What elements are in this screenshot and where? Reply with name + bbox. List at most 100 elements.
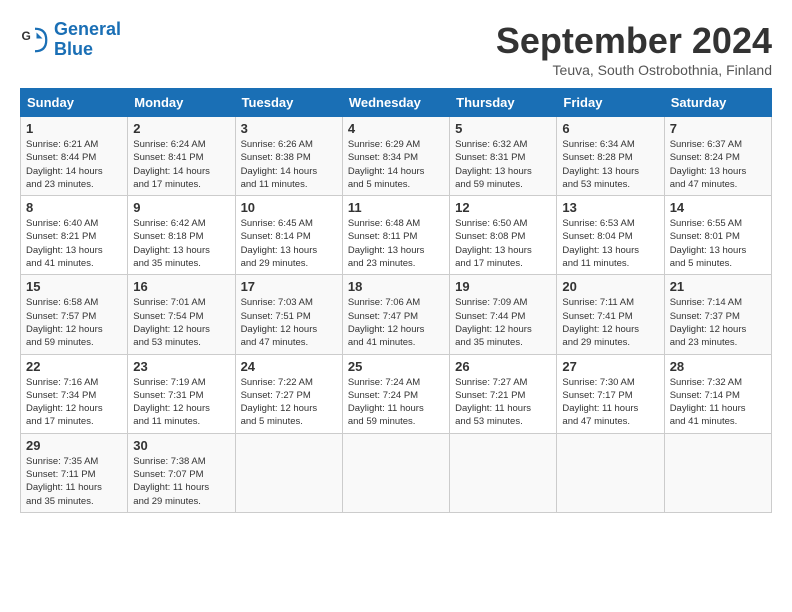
day-number: 30 bbox=[133, 438, 229, 453]
calendar-cell: 30 Sunrise: 7:38 AM Sunset: 7:07 PM Dayli… bbox=[128, 433, 235, 512]
calendar-cell bbox=[557, 433, 664, 512]
day-info: Sunrise: 6:45 AM Sunset: 8:14 PM Dayligh… bbox=[241, 217, 337, 270]
day-number: 8 bbox=[26, 200, 122, 215]
day-number: 24 bbox=[241, 359, 337, 374]
weekday-header-tuesday: Tuesday bbox=[235, 89, 342, 117]
day-info: Sunrise: 7:38 AM Sunset: 7:07 PM Dayligh… bbox=[133, 455, 229, 508]
day-number: 16 bbox=[133, 279, 229, 294]
weekday-header-wednesday: Wednesday bbox=[342, 89, 449, 117]
day-info: Sunrise: 6:42 AM Sunset: 8:18 PM Dayligh… bbox=[133, 217, 229, 270]
calendar-cell: 24 Sunrise: 7:22 AM Sunset: 7:27 PM Dayli… bbox=[235, 354, 342, 433]
month-title: September 2024 bbox=[496, 20, 772, 62]
day-info: Sunrise: 7:32 AM Sunset: 7:14 PM Dayligh… bbox=[670, 376, 766, 429]
day-info: Sunrise: 6:53 AM Sunset: 8:04 PM Dayligh… bbox=[562, 217, 658, 270]
day-info: Sunrise: 6:50 AM Sunset: 8:08 PM Dayligh… bbox=[455, 217, 551, 270]
calendar-cell: 26 Sunrise: 7:27 AM Sunset: 7:21 PM Dayli… bbox=[450, 354, 557, 433]
calendar-cell: 2Sunrise: 6:24 AM Sunset: 8:41 PM Daylig… bbox=[128, 117, 235, 196]
calendar-cell: 3 Sunrise: 6:26 AM Sunset: 8:38 PM Daylig… bbox=[235, 117, 342, 196]
calendar-cell: 8 Sunrise: 6:40 AM Sunset: 8:21 PM Daylig… bbox=[21, 196, 128, 275]
calendar-cell: 7 Sunrise: 6:37 AM Sunset: 8:24 PM Daylig… bbox=[664, 117, 771, 196]
calendar-cell bbox=[342, 433, 449, 512]
calendar-cell: 15Sunrise: 6:58 AM Sunset: 7:57 PM Dayli… bbox=[21, 275, 128, 354]
day-info: Sunrise: 6:40 AM Sunset: 8:21 PM Dayligh… bbox=[26, 217, 122, 270]
day-number: 23 bbox=[133, 359, 229, 374]
day-number: 10 bbox=[241, 200, 337, 215]
calendar-cell: 23 Sunrise: 7:19 AM Sunset: 7:31 PM Dayli… bbox=[128, 354, 235, 433]
day-info: Sunrise: 7:01 AM Sunset: 7:54 PM Dayligh… bbox=[133, 296, 229, 349]
day-number: 7 bbox=[670, 121, 766, 136]
calendar-week-4: 22Sunrise: 7:16 AM Sunset: 7:34 PM Dayli… bbox=[21, 354, 772, 433]
day-number: 5 bbox=[455, 121, 551, 136]
weekday-header-saturday: Saturday bbox=[664, 89, 771, 117]
day-info: Sunrise: 6:37 AM Sunset: 8:24 PM Dayligh… bbox=[670, 138, 766, 191]
day-number: 12 bbox=[455, 200, 551, 215]
day-info: Sunrise: 7:30 AM Sunset: 7:17 PM Dayligh… bbox=[562, 376, 658, 429]
title-area: September 2024 Teuva, South Ostrobothnia… bbox=[496, 20, 772, 78]
calendar-cell: 19Sunrise: 7:09 AM Sunset: 7:44 PM Dayli… bbox=[450, 275, 557, 354]
day-number: 26 bbox=[455, 359, 551, 374]
calendar-cell: 22Sunrise: 7:16 AM Sunset: 7:34 PM Dayli… bbox=[21, 354, 128, 433]
calendar-cell: 25 Sunrise: 7:24 AM Sunset: 7:24 PM Dayli… bbox=[342, 354, 449, 433]
day-info: Sunrise: 7:11 AM Sunset: 7:41 PM Dayligh… bbox=[562, 296, 658, 349]
day-info: Sunrise: 7:35 AM Sunset: 7:11 PM Dayligh… bbox=[26, 455, 122, 508]
day-number: 21 bbox=[670, 279, 766, 294]
day-info: Sunrise: 6:48 AM Sunset: 8:11 PM Dayligh… bbox=[348, 217, 444, 270]
location-title: Teuva, South Ostrobothnia, Finland bbox=[496, 62, 772, 78]
day-info: Sunrise: 6:32 AM Sunset: 8:31 PM Dayligh… bbox=[455, 138, 551, 191]
weekday-header-monday: Monday bbox=[128, 89, 235, 117]
calendar-cell: 14 Sunrise: 6:55 AM Sunset: 8:01 PM Dayli… bbox=[664, 196, 771, 275]
calendar-cell: 13Sunrise: 6:53 AM Sunset: 8:04 PM Dayli… bbox=[557, 196, 664, 275]
calendar-cell bbox=[235, 433, 342, 512]
day-number: 3 bbox=[241, 121, 337, 136]
weekday-header-thursday: Thursday bbox=[450, 89, 557, 117]
day-info: Sunrise: 6:29 AM Sunset: 8:34 PM Dayligh… bbox=[348, 138, 444, 191]
calendar-cell: 12 Sunrise: 6:50 AM Sunset: 8:08 PM Dayli… bbox=[450, 196, 557, 275]
day-info: Sunrise: 7:22 AM Sunset: 7:27 PM Dayligh… bbox=[241, 376, 337, 429]
day-number: 20 bbox=[562, 279, 658, 294]
calendar-cell: 21 Sunrise: 7:14 AM Sunset: 7:37 PM Dayli… bbox=[664, 275, 771, 354]
day-number: 1 bbox=[26, 121, 122, 136]
day-number: 25 bbox=[348, 359, 444, 374]
day-number: 14 bbox=[670, 200, 766, 215]
day-info: Sunrise: 7:27 AM Sunset: 7:21 PM Dayligh… bbox=[455, 376, 551, 429]
day-number: 11 bbox=[348, 200, 444, 215]
day-info: Sunrise: 6:24 AM Sunset: 8:41 PM Dayligh… bbox=[133, 138, 229, 191]
day-number: 4 bbox=[348, 121, 444, 136]
calendar-cell: 4 Sunrise: 6:29 AM Sunset: 8:34 PM Daylig… bbox=[342, 117, 449, 196]
day-number: 22 bbox=[26, 359, 122, 374]
calendar-cell: 29Sunrise: 7:35 AM Sunset: 7:11 PM Dayli… bbox=[21, 433, 128, 512]
svg-text:G: G bbox=[22, 29, 31, 43]
day-number: 19 bbox=[455, 279, 551, 294]
calendar-cell: 5 Sunrise: 6:32 AM Sunset: 8:31 PM Daylig… bbox=[450, 117, 557, 196]
calendar-header: SundayMondayTuesdayWednesdayThursdayFrid… bbox=[21, 89, 772, 117]
calendar-cell: 20 Sunrise: 7:11 AM Sunset: 7:41 PM Dayli… bbox=[557, 275, 664, 354]
day-info: Sunrise: 7:14 AM Sunset: 7:37 PM Dayligh… bbox=[670, 296, 766, 349]
day-info: Sunrise: 7:06 AM Sunset: 7:47 PM Dayligh… bbox=[348, 296, 444, 349]
day-info: Sunrise: 6:55 AM Sunset: 8:01 PM Dayligh… bbox=[670, 217, 766, 270]
header: G General Blue September 2024 Teuva, Sou… bbox=[20, 20, 772, 78]
weekday-header-friday: Friday bbox=[557, 89, 664, 117]
day-number: 27 bbox=[562, 359, 658, 374]
calendar-cell: 1Sunrise: 6:21 AM Sunset: 8:44 PM Daylig… bbox=[21, 117, 128, 196]
calendar-week-2: 8 Sunrise: 6:40 AM Sunset: 8:21 PM Daylig… bbox=[21, 196, 772, 275]
calendar-week-3: 15Sunrise: 6:58 AM Sunset: 7:57 PM Dayli… bbox=[21, 275, 772, 354]
day-number: 17 bbox=[241, 279, 337, 294]
calendar-cell: 9 Sunrise: 6:42 AM Sunset: 8:18 PM Daylig… bbox=[128, 196, 235, 275]
calendar-table: SundayMondayTuesdayWednesdayThursdayFrid… bbox=[20, 88, 772, 513]
day-number: 9 bbox=[133, 200, 229, 215]
calendar-cell: 28 Sunrise: 7:32 AM Sunset: 7:14 PM Dayli… bbox=[664, 354, 771, 433]
day-info: Sunrise: 6:26 AM Sunset: 8:38 PM Dayligh… bbox=[241, 138, 337, 191]
day-number: 18 bbox=[348, 279, 444, 294]
calendar-cell: 18 Sunrise: 7:06 AM Sunset: 7:47 PM Dayli… bbox=[342, 275, 449, 354]
day-info: Sunrise: 7:03 AM Sunset: 7:51 PM Dayligh… bbox=[241, 296, 337, 349]
calendar-cell: 17 Sunrise: 7:03 AM Sunset: 7:51 PM Dayli… bbox=[235, 275, 342, 354]
day-number: 28 bbox=[670, 359, 766, 374]
day-info: Sunrise: 7:19 AM Sunset: 7:31 PM Dayligh… bbox=[133, 376, 229, 429]
calendar-week-1: 1Sunrise: 6:21 AM Sunset: 8:44 PM Daylig… bbox=[21, 117, 772, 196]
calendar-cell bbox=[664, 433, 771, 512]
calendar-cell: 11 Sunrise: 6:48 AM Sunset: 8:11 PM Dayli… bbox=[342, 196, 449, 275]
calendar-cell bbox=[450, 433, 557, 512]
logo: G General Blue bbox=[20, 20, 121, 60]
weekday-header-sunday: Sunday bbox=[21, 89, 128, 117]
day-info: Sunrise: 7:24 AM Sunset: 7:24 PM Dayligh… bbox=[348, 376, 444, 429]
